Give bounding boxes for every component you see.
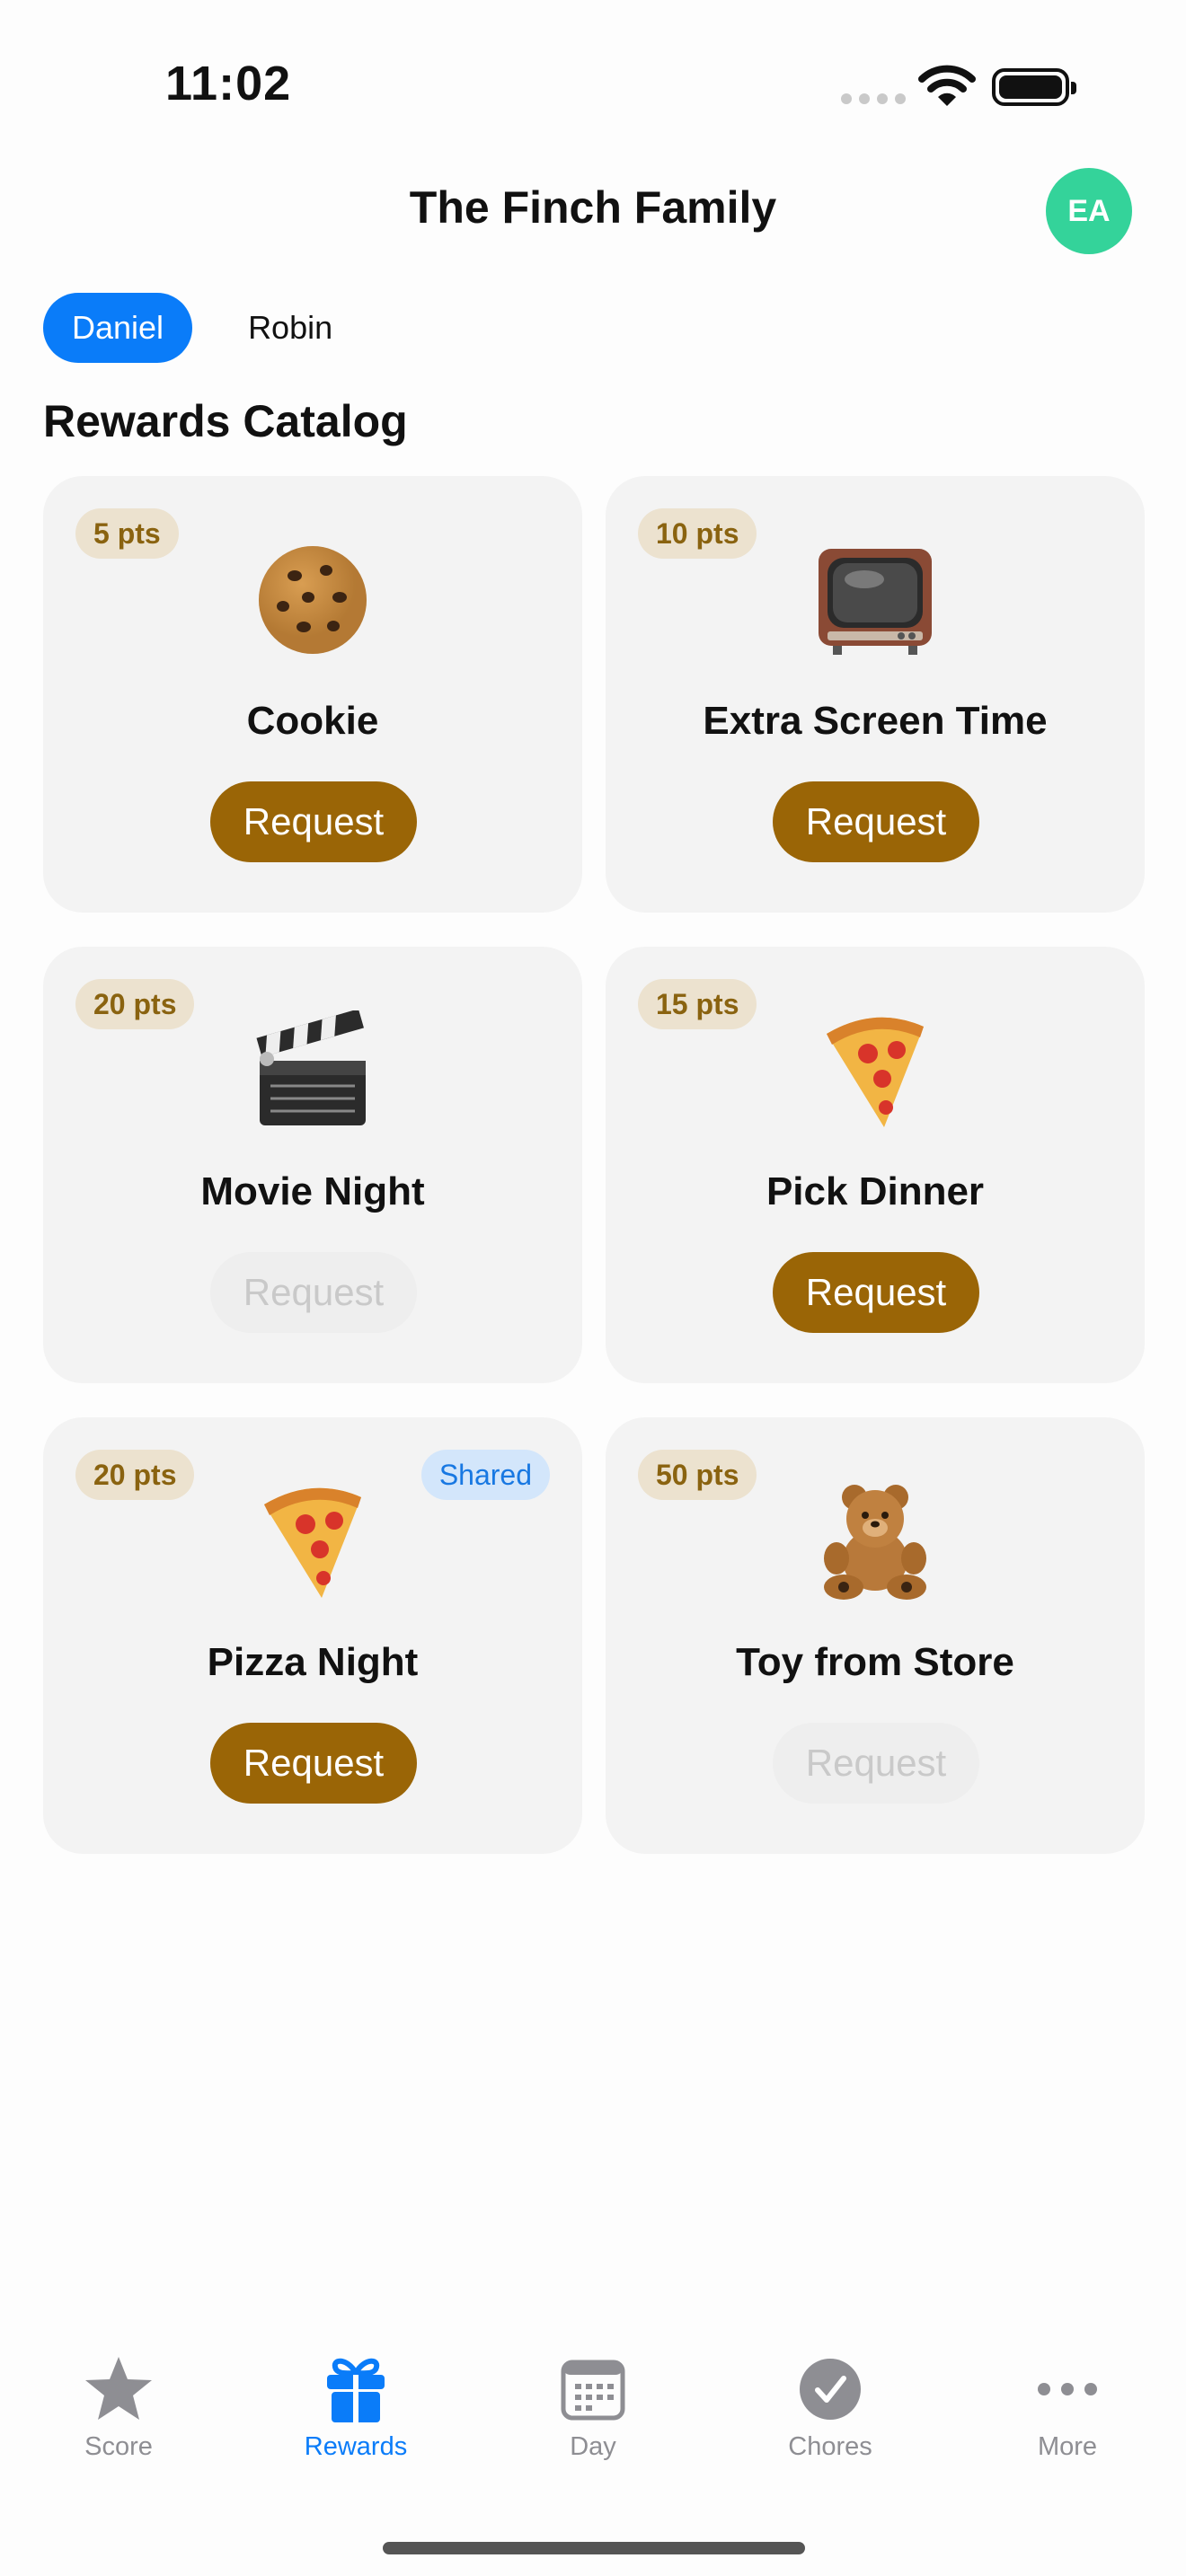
request-button[interactable]: Request xyxy=(773,781,979,862)
request-button[interactable]: Request xyxy=(773,1252,979,1333)
tab-label: More xyxy=(1037,2432,1098,2461)
tab-label: Rewards xyxy=(304,2432,408,2461)
pizza-slice-icon xyxy=(43,1478,582,1604)
checkmark-circle-icon xyxy=(740,2353,920,2425)
clapperboard-icon xyxy=(43,1008,582,1134)
status-time: 11:02 xyxy=(165,57,292,110)
battery-icon xyxy=(992,68,1076,106)
tab-rewards[interactable]: Rewards xyxy=(266,2353,446,2462)
member-tab-daniel[interactable]: Daniel xyxy=(43,293,193,363)
reward-card-pizza-night[interactable]: 20 pts Shared Pizza Night Request xyxy=(43,1417,582,1854)
cookie-icon xyxy=(43,537,582,663)
reward-name: Toy from Store xyxy=(736,1640,1014,1684)
reward-card-extra-screen-time[interactable]: 10 pts Extra Screen Time Request xyxy=(606,476,1145,913)
request-button[interactable]: Request xyxy=(210,1252,417,1333)
reward-name: Movie Night xyxy=(200,1169,425,1213)
calendar-icon xyxy=(503,2353,683,2425)
gift-icon xyxy=(266,2353,446,2425)
tab-more[interactable]: More xyxy=(978,2353,1157,2462)
member-selector: Daniel Robin xyxy=(43,293,361,363)
section-title: Rewards Catalog xyxy=(43,396,408,446)
reward-card-pick-dinner[interactable]: 15 pts Pick Dinner Request xyxy=(606,947,1145,1383)
reward-name: Pick Dinner xyxy=(766,1169,985,1213)
reward-name: Cookie xyxy=(246,699,379,743)
request-button[interactable]: Request xyxy=(773,1723,979,1804)
television-icon xyxy=(606,537,1145,663)
home-indicator xyxy=(383,2542,805,2554)
reward-card-movie-night[interactable]: 20 pts Movie Night Request xyxy=(43,947,582,1383)
page-title: The Finch Family xyxy=(409,182,777,233)
reward-card-toy-from-store[interactable]: 50 pts Toy from Store Request xyxy=(606,1417,1145,1854)
rewards-grid: 5 pts Cookie Request 10 pts Extra Screen… xyxy=(43,476,1145,1854)
tab-label: Chores xyxy=(788,2432,872,2461)
tab-label: Score xyxy=(84,2432,153,2461)
ellipsis-icon xyxy=(978,2353,1157,2425)
star-icon xyxy=(29,2353,208,2425)
reward-name: Pizza Night xyxy=(207,1640,419,1684)
tab-chores[interactable]: Chores xyxy=(740,2353,920,2462)
cellular-signal-icon xyxy=(841,93,906,104)
teddy-bear-icon xyxy=(606,1478,1145,1604)
reward-card-cookie[interactable]: 5 pts Cookie Request xyxy=(43,476,582,913)
request-button[interactable]: Request xyxy=(210,781,417,862)
status-bar: 11:02 xyxy=(0,0,1186,171)
avatar[interactable]: EA xyxy=(1046,168,1132,254)
tab-day[interactable]: Day xyxy=(503,2353,683,2462)
member-tab-robin[interactable]: Robin xyxy=(219,293,361,363)
request-button[interactable]: Request xyxy=(210,1723,417,1804)
tab-bar: Score Rewards Day Chores More xyxy=(0,2353,1186,2461)
reward-name: Extra Screen Time xyxy=(703,699,1048,743)
tab-label: Day xyxy=(570,2432,616,2461)
pizza-slice-icon xyxy=(606,1008,1145,1134)
wifi-icon xyxy=(918,65,976,106)
tab-score[interactable]: Score xyxy=(29,2353,208,2462)
